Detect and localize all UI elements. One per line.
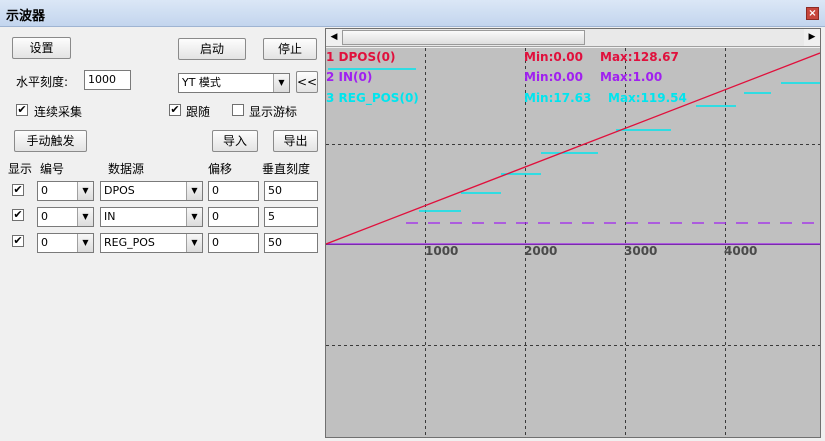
checkmark-icon: ✔	[17, 103, 27, 116]
checkmark-icon: ✔	[170, 103, 180, 116]
chevron-down-icon: ▼	[77, 234, 93, 252]
channel-number-value: 0	[41, 184, 48, 197]
header-source: 数据源	[108, 162, 145, 176]
channel-show-checkbox[interactable]: ✔	[12, 209, 24, 221]
chevron-down-icon: ▼	[186, 234, 202, 252]
channel-offset-input[interactable]: 0	[208, 207, 259, 227]
channel-offset-input[interactable]: 0	[208, 181, 259, 201]
hscale-label: 水平刻度:	[16, 75, 69, 89]
chevron-down-icon: ▼	[77, 182, 93, 200]
header-number: 编号	[40, 162, 65, 176]
channel-source-select[interactable]: REG_POS ▼	[100, 233, 203, 253]
header-show: 显示	[8, 162, 33, 176]
channel-source-value: REG_POS	[104, 236, 155, 249]
continuous-label: 连续采集	[34, 105, 83, 119]
scroll-left-icon[interactable]: ◀	[326, 29, 342, 46]
horizontal-scrollbar[interactable]: ◀ ▶	[326, 29, 820, 47]
window-title: 示波器	[6, 9, 46, 24]
channel-number-value: 0	[41, 236, 48, 249]
checkmark-icon: ✔	[13, 208, 23, 221]
header-vscale: 垂直刻度	[262, 162, 311, 176]
x-tick-label: 3000	[624, 244, 658, 258]
channel-source-value: IN	[104, 210, 116, 223]
scroll-right-icon[interactable]: ▶	[804, 29, 820, 46]
scroll-thumb[interactable]	[342, 30, 585, 45]
x-tick-label: 4000	[724, 244, 758, 258]
follow-checkbox[interactable]: ✔	[169, 104, 181, 116]
chevron-down-icon: ▼	[186, 182, 202, 200]
legend-label: 3 REG_POS(0)	[326, 91, 419, 105]
x-tick-label: 1000	[425, 244, 459, 258]
legend-min: Min:17.63	[524, 91, 592, 105]
title-bar: 示波器 ×	[0, 0, 825, 27]
legend-min: Min:0.00	[524, 70, 584, 84]
x-tick-label: 2000	[524, 244, 558, 258]
mode-select-value: YT 模式	[182, 76, 221, 89]
oscilloscope-panel: ◀ ▶ 1 DPOS(0) Min:0.00 Max:128.67 2 IN(0…	[325, 28, 821, 438]
channel-show-checkbox[interactable]: ✔	[12, 235, 24, 247]
chevron-down-icon: ▼	[77, 208, 93, 226]
channel-number-select[interactable]: 0 ▼	[37, 233, 94, 253]
scope-plot-area[interactable]: 1 DPOS(0) Min:0.00 Max:128.67 2 IN(0) Mi…	[326, 48, 820, 437]
chevron-down-icon: ▼	[273, 74, 289, 92]
scope-traces	[326, 48, 820, 437]
legend-min: Min:0.00	[524, 50, 584, 64]
export-button[interactable]: 导出	[273, 130, 318, 152]
hscale-input[interactable]: 1000	[84, 70, 131, 90]
checkmark-icon: ✔	[13, 183, 23, 196]
settings-button[interactable]: 设置	[12, 37, 71, 59]
collapse-button[interactable]: <<	[296, 71, 318, 93]
channel-number-select[interactable]: 0 ▼	[37, 181, 94, 201]
follow-label: 跟随	[186, 105, 211, 119]
channel-source-select[interactable]: IN ▼	[100, 207, 203, 227]
cursor-label: 显示游标	[249, 105, 298, 119]
legend-max: Max:128.67	[600, 50, 679, 64]
import-button[interactable]: 导入	[212, 130, 258, 152]
channel-show-checkbox[interactable]: ✔	[12, 184, 24, 196]
close-button[interactable]: ×	[806, 7, 819, 20]
channel-source-value: DPOS	[104, 184, 135, 197]
header-offset: 偏移	[208, 162, 233, 176]
mode-select[interactable]: YT 模式 ▼	[178, 73, 290, 93]
legend-label: 2 IN(0)	[326, 70, 373, 84]
manual-trigger-button[interactable]: 手动触发	[14, 130, 87, 152]
channel-vscale-input[interactable]: 5	[264, 207, 318, 227]
legend-max: Max:1.00	[600, 70, 663, 84]
checkmark-icon: ✔	[13, 234, 23, 247]
channel-vscale-input[interactable]: 50	[264, 181, 318, 201]
channel-source-select[interactable]: DPOS ▼	[100, 181, 203, 201]
start-button[interactable]: 启动	[178, 38, 246, 60]
continuous-checkbox[interactable]: ✔	[16, 104, 28, 116]
channel-number-select[interactable]: 0 ▼	[37, 207, 94, 227]
cursor-checkbox[interactable]	[232, 104, 244, 116]
channel-number-value: 0	[41, 210, 48, 223]
channel-offset-input[interactable]: 0	[208, 233, 259, 253]
channel-vscale-input[interactable]: 50	[264, 233, 318, 253]
chevron-down-icon: ▼	[186, 208, 202, 226]
legend-label: 1 DPOS(0)	[326, 50, 396, 64]
legend-max: Max:119.54	[608, 91, 687, 105]
stop-button[interactable]: 停止	[263, 38, 317, 60]
